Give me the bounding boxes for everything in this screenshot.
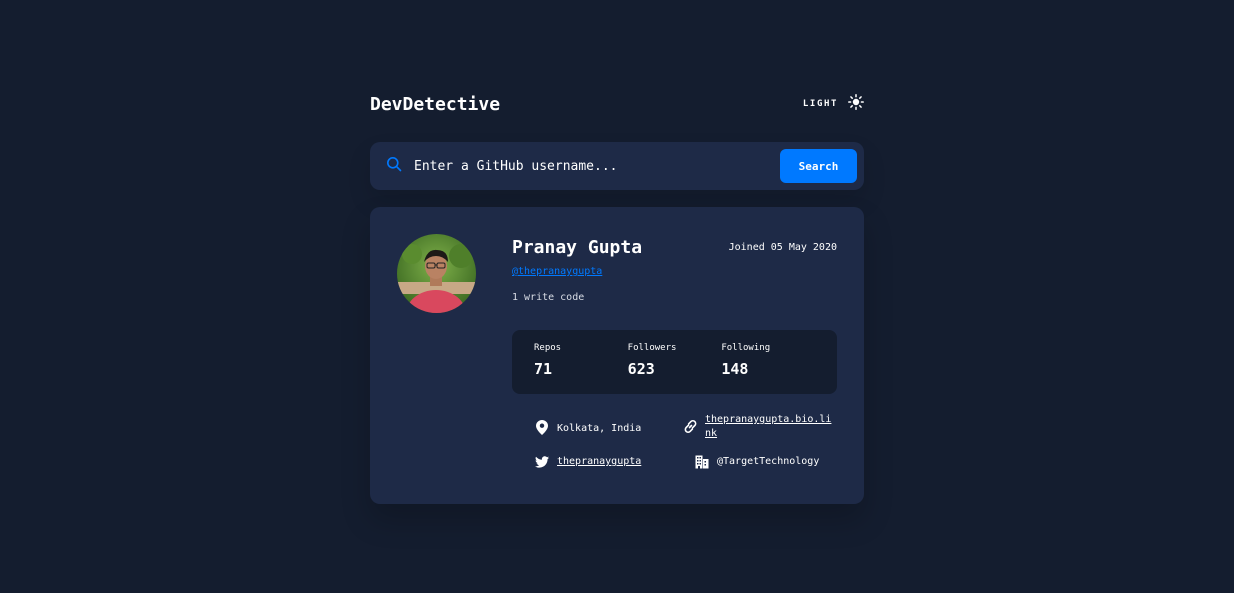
search-icon [386,156,402,176]
joined-date: Joined 05 May 2020 [728,242,837,253]
company-item: @TargetTechnology [694,454,819,470]
stat-repos-value: 71 [534,360,553,378]
search-button[interactable]: Search [780,149,857,183]
profile-name: Pranay Gupta [512,237,643,258]
location-item: Kolkata, India [534,419,641,436]
stat-repos-label: Repos [534,343,562,353]
company-text: @TargetTechnology [717,456,820,467]
twitter-link[interactable]: thepranaygupta [557,455,641,469]
header: DevDetective LIGHT [370,90,864,118]
stat-following: Following 148 [721,330,815,394]
theme-toggle-label: LIGHT [802,99,838,109]
profile-info: Pranay Gupta Joined 05 May 2020 @thepran… [512,237,837,394]
theme-toggle[interactable]: LIGHT [803,94,864,114]
profile-login-link[interactable]: @thepranaygupta [512,266,602,277]
stats-panel: Repos 71 Followers 623 Following 148 [512,330,837,394]
stat-following-label: Following [721,343,771,353]
stat-followers: Followers 623 [628,330,722,394]
stat-followers-label: Followers [627,343,677,353]
location-text: Kolkata, India [557,423,642,434]
website-link-line2: nk [705,428,718,439]
website-link[interactable]: thepranaygupta.bio.li nk [705,413,831,441]
website-link-line1: thepranaygupta.bio.li [705,414,832,425]
twitter-item[interactable]: thepranaygupta [534,454,641,470]
sun-icon [848,94,864,114]
twitter-icon [534,454,550,470]
stat-repos: Repos 71 [534,330,628,394]
link-icon [682,418,698,434]
search-input[interactable] [412,150,780,182]
stat-following-value: 148 [721,360,749,378]
location-pin-icon [534,419,550,435]
search-bar: Search [370,142,864,190]
building-icon [694,454,710,470]
avatar [397,234,476,313]
brand-title: DevDetective [370,93,501,115]
website-item[interactable]: thepranaygupta.bio.li nk [682,413,831,441]
app-container: DevDetective LIGHT Enter a GitHub userna… [370,90,864,504]
stat-followers-value: 623 [627,360,655,378]
profile-bio: 1 write code [512,292,585,303]
profile-card: Pranay Gupta Joined 05 May 2020 @thepran… [370,207,864,504]
